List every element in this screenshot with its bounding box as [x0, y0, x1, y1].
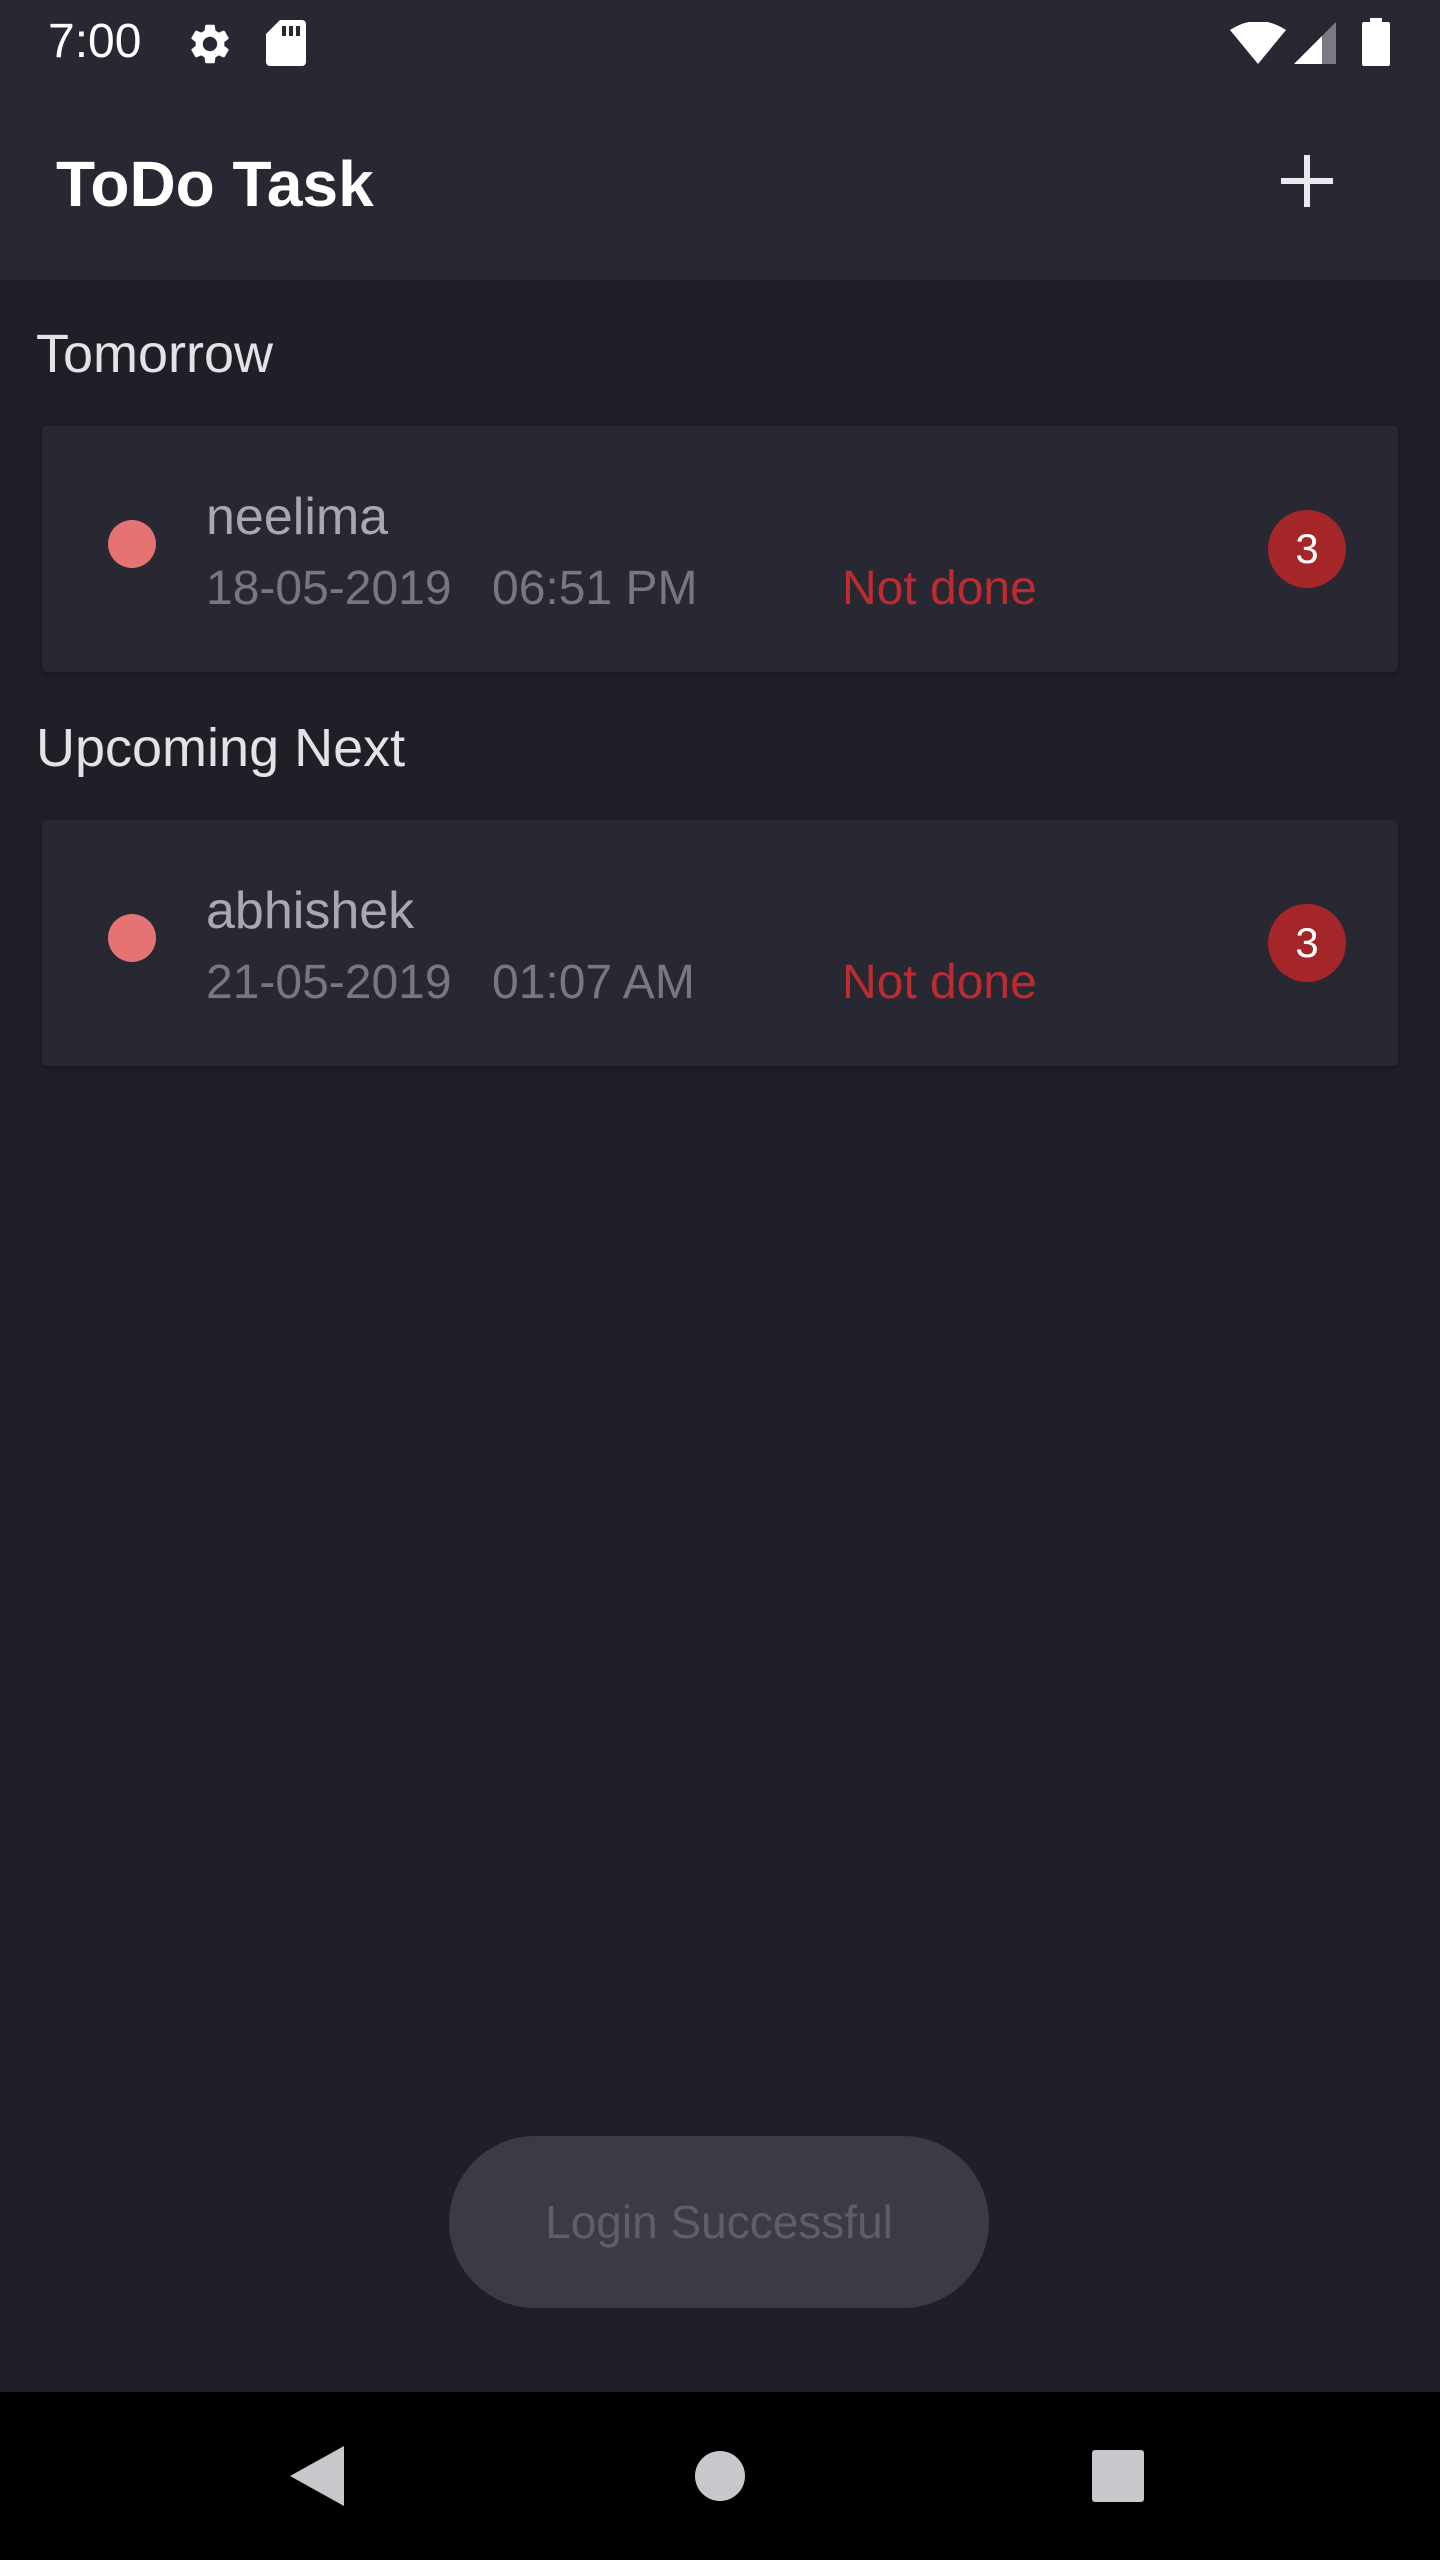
- toast-message: Login Successful: [449, 2136, 989, 2308]
- home-icon[interactable]: [694, 2450, 746, 2502]
- task-time: 06:51 PM: [492, 562, 698, 615]
- task-status: Not done: [842, 562, 1037, 615]
- task-time: 01:07 AM: [492, 956, 695, 1009]
- battery-icon: [1362, 18, 1390, 66]
- app-bar: ToDo Task: [0, 84, 1440, 280]
- priority-dot: [108, 914, 156, 962]
- task-card[interactable]: abhishek 21-05-2019 01:07 AM Not done 3: [42, 820, 1398, 1066]
- task-name: abhishek: [206, 882, 415, 940]
- status-time: 7:00: [48, 15, 142, 68]
- add-task-button[interactable]: [1262, 136, 1352, 226]
- task-count-badge: 3: [1268, 510, 1346, 588]
- section-header-tomorrow: Tomorrow: [36, 324, 274, 384]
- task-status: Not done: [842, 956, 1037, 1009]
- task-count-badge: 3: [1268, 904, 1346, 982]
- priority-dot: [108, 520, 156, 568]
- task-date: 21-05-2019: [206, 956, 452, 1009]
- navigation-bar: [0, 2392, 1440, 2560]
- recents-icon[interactable]: [1092, 2450, 1144, 2502]
- task-name: neelima: [206, 488, 389, 546]
- app-title: ToDo Task: [56, 148, 374, 220]
- signal-icon: [1294, 22, 1336, 64]
- sd-card-icon: [266, 20, 306, 66]
- task-date: 18-05-2019: [206, 562, 452, 615]
- gear-icon: [191, 24, 229, 64]
- status-bar: 7:00: [0, 0, 1440, 84]
- back-icon[interactable]: [290, 2446, 344, 2506]
- section-header-upcoming-next: Upcoming Next: [36, 718, 406, 778]
- task-card[interactable]: neelima 18-05-2019 06:51 PM Not done 3: [42, 426, 1398, 672]
- wifi-icon: [1230, 22, 1286, 64]
